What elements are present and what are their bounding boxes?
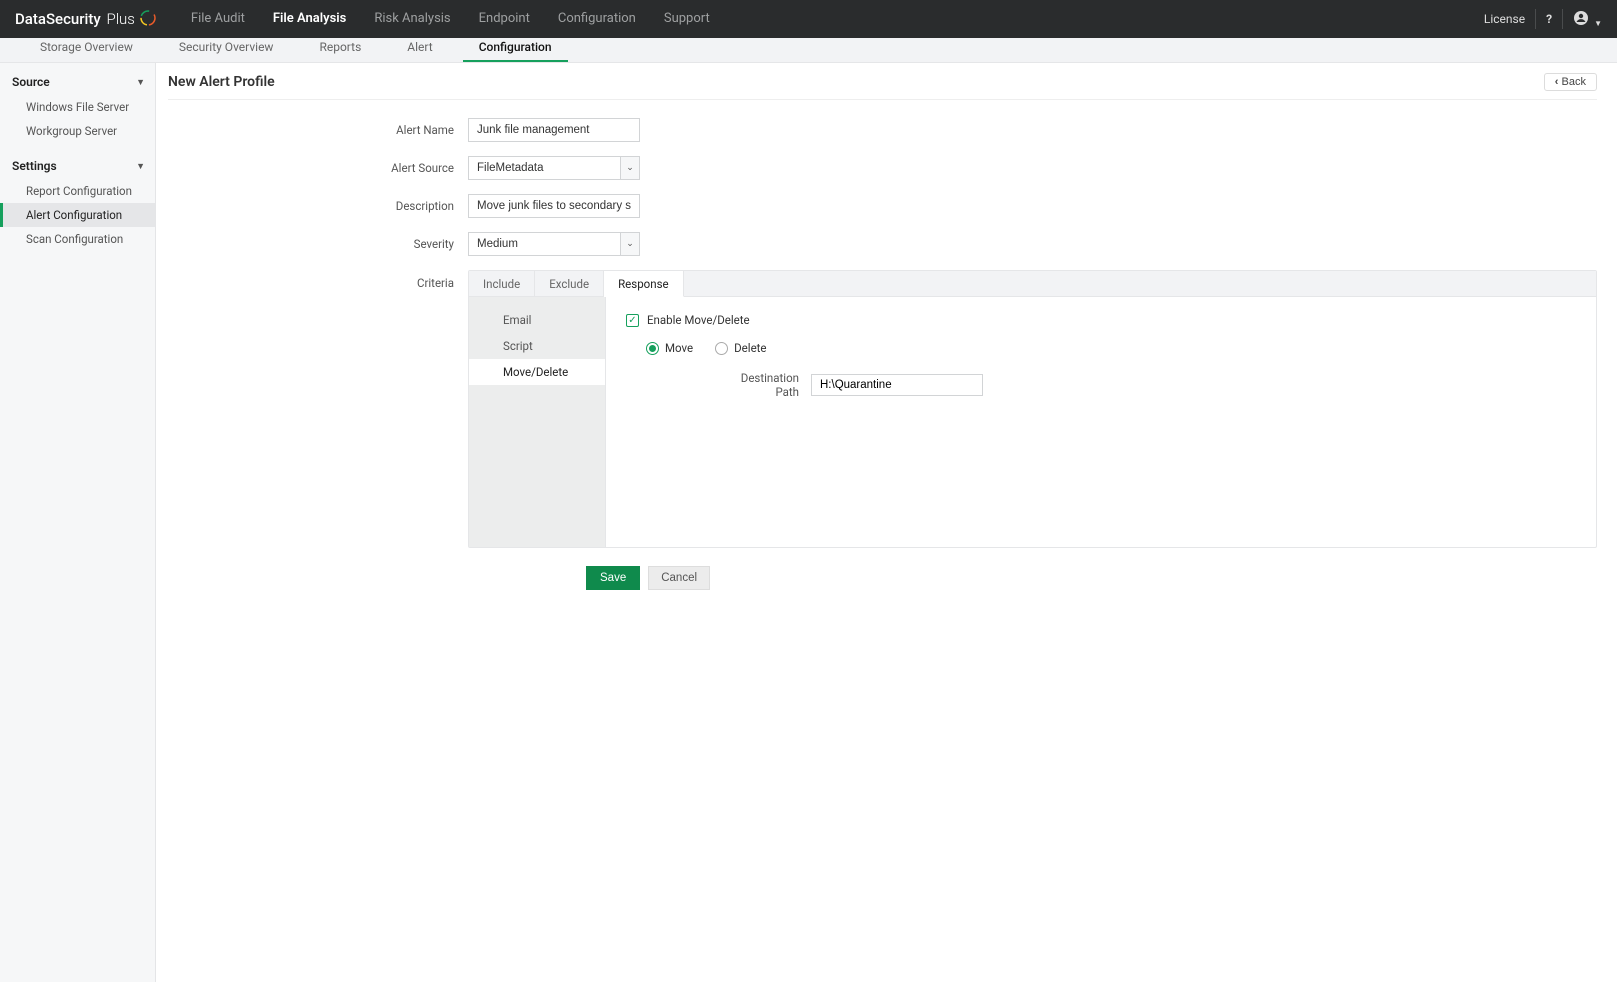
alert-source-dropdown-button[interactable]: ⌄ <box>620 156 640 180</box>
criteria-tab-response[interactable]: Response <box>604 271 684 297</box>
topbar-right: License ? ▼ <box>1484 9 1602 29</box>
topnav-support[interactable]: Support <box>650 0 724 38</box>
license-link[interactable]: License <box>1484 12 1525 26</box>
sidebar-section-label: Source <box>12 75 50 89</box>
radio-delete[interactable] <box>715 342 728 355</box>
subtab-alert[interactable]: Alert <box>391 40 448 62</box>
sidebar-section-source[interactable]: Source ▼ <box>0 69 155 95</box>
radio-move[interactable] <box>646 342 659 355</box>
response-nav-move-delete[interactable]: Move/Delete <box>469 359 605 385</box>
subnav: Storage Overview Security Overview Repor… <box>0 38 1617 63</box>
sidebar-item-scan-configuration[interactable]: Scan Configuration <box>0 227 155 251</box>
label-alert-name: Alert Name <box>168 123 468 137</box>
chevron-down-icon: ▼ <box>136 161 145 172</box>
criteria-tab-include[interactable]: Include <box>469 271 535 296</box>
topnav-file-analysis[interactable]: File Analysis <box>259 0 360 38</box>
separator <box>1535 9 1536 29</box>
enable-move-delete-checkbox[interactable]: ✓ <box>626 314 639 327</box>
response-nav-email[interactable]: Email <box>469 307 605 333</box>
topbar: DataSecurity Plus File Audit File Analys… <box>0 0 1617 38</box>
back-button[interactable]: Back <box>1544 73 1597 91</box>
radio-option-delete[interactable]: Delete <box>715 341 766 355</box>
radio-move-label: Move <box>665 341 693 355</box>
label-criteria: Criteria <box>168 270 468 290</box>
severity-dropdown-button[interactable]: ⌄ <box>620 232 640 256</box>
sidebar: Source ▼ Windows File Server Workgroup S… <box>0 63 156 982</box>
chevron-down-icon: ▼ <box>136 77 145 88</box>
criteria-panel: Include Exclude Response Email Script Mo… <box>468 270 1597 548</box>
sidebar-section-label: Settings <box>12 159 57 173</box>
subtab-configuration[interactable]: Configuration <box>463 40 568 62</box>
alert-source-select[interactable] <box>468 156 620 180</box>
description-input[interactable] <box>468 194 640 218</box>
response-nav-script[interactable]: Script <box>469 333 605 359</box>
chevron-down-icon: ▼ <box>1594 19 1602 28</box>
sidebar-item-workgroup-server[interactable]: Workgroup Server <box>0 119 155 143</box>
subtab-storage-overview[interactable]: Storage Overview <box>24 40 149 62</box>
help-icon[interactable]: ? <box>1546 12 1552 26</box>
sidebar-item-alert-configuration[interactable]: Alert Configuration <box>0 203 155 227</box>
radio-option-move[interactable]: Move <box>646 341 693 355</box>
criteria-tab-exclude[interactable]: Exclude <box>535 271 604 296</box>
label-destination-path: Destination Path <box>716 371 811 399</box>
sidebar-section-settings[interactable]: Settings ▼ <box>0 153 155 179</box>
response-side-nav: Email Script Move/Delete <box>469 297 606 547</box>
brand-logo-icon <box>139 9 157 30</box>
enable-move-delete-label: Enable Move/Delete <box>647 313 750 327</box>
topnav-configuration[interactable]: Configuration <box>544 0 650 38</box>
destination-path-input[interactable] <box>811 374 983 396</box>
chevron-down-icon: ⌄ <box>626 163 634 173</box>
topnav-file-audit[interactable]: File Audit <box>177 0 259 38</box>
label-description: Description <box>168 199 468 213</box>
severity-select[interactable] <box>468 232 620 256</box>
subtab-security-overview[interactable]: Security Overview <box>163 40 290 62</box>
page-title: New Alert Profile <box>168 74 275 90</box>
label-alert-source: Alert Source <box>168 161 468 175</box>
radio-delete-label: Delete <box>734 341 766 355</box>
topnav-risk-analysis[interactable]: Risk Analysis <box>360 0 464 38</box>
main-content: New Alert Profile Back Alert Name Alert … <box>156 63 1617 982</box>
response-content: ✓ Enable Move/Delete Move Delete <box>606 297 1596 547</box>
alert-name-input[interactable] <box>468 118 640 142</box>
user-menu[interactable]: ▼ <box>1573 10 1602 29</box>
separator <box>1562 9 1563 29</box>
brand-name: DataSecurity <box>15 10 101 28</box>
brand-suffix: Plus <box>106 10 134 28</box>
brand: DataSecurity Plus <box>15 9 157 30</box>
page-header: New Alert Profile Back <box>168 73 1597 100</box>
sidebar-item-report-configuration[interactable]: Report Configuration <box>0 179 155 203</box>
topnav: File Audit File Analysis Risk Analysis E… <box>177 0 724 38</box>
sidebar-item-windows-file-server[interactable]: Windows File Server <box>0 95 155 119</box>
brand-text: DataSecurity Plus <box>15 10 135 28</box>
label-severity: Severity <box>168 237 468 251</box>
chevron-down-icon: ⌄ <box>626 239 634 249</box>
cancel-button[interactable]: Cancel <box>648 566 710 590</box>
save-button[interactable]: Save <box>586 566 640 590</box>
topnav-endpoint[interactable]: Endpoint <box>465 0 544 38</box>
criteria-tabs: Include Exclude Response <box>469 271 1596 297</box>
subtab-reports[interactable]: Reports <box>303 40 377 62</box>
